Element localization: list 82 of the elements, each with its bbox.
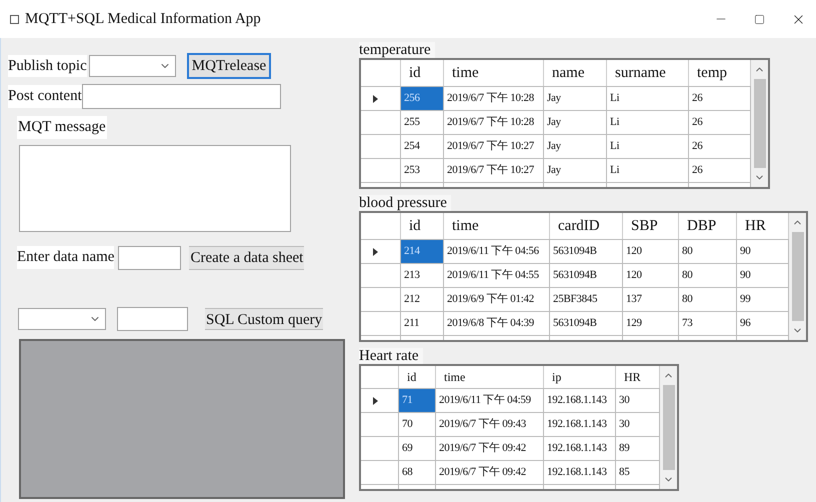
table-cell[interactable]: 129 <box>623 312 679 335</box>
column-header[interactable]: id <box>399 366 436 388</box>
table-cell[interactable]: Li <box>607 159 689 182</box>
table-cell[interactable]: 211 <box>401 312 444 335</box>
table-cell[interactable]: Li <box>607 135 689 158</box>
table-cell[interactable]: 192.168.1.143 <box>544 461 616 484</box>
table-cell[interactable]: 2019/6/7 下午 10:28 <box>444 111 544 134</box>
table-cell[interactable]: Jay <box>544 135 607 158</box>
column-header[interactable]: name <box>544 60 607 86</box>
table-cell[interactable]: 213 <box>401 264 444 287</box>
table-title: Heart rate <box>359 348 423 364</box>
post-content-label: Post content <box>8 85 82 108</box>
column-header[interactable]: surname <box>607 60 689 86</box>
table-cell[interactable]: 253 <box>401 159 444 182</box>
column-header[interactable]: cardID <box>550 213 623 239</box>
column-header[interactable]: SBP <box>623 213 679 239</box>
create-sheet-button[interactable]: Create a data sheet <box>189 246 304 270</box>
post-content-field[interactable] <box>82 84 281 109</box>
table-cell[interactable]: 2019/6/9 下午 01:42 <box>444 288 550 311</box>
column-header[interactable]: time <box>436 366 544 388</box>
publish-topic-label: Publish topic <box>8 54 87 78</box>
column-header[interactable]: DBP <box>679 213 737 239</box>
table-cell[interactable]: Jay <box>544 111 607 134</box>
column-header[interactable]: id <box>401 60 444 86</box>
table-cell[interactable]: 192.168.1.143 <box>544 389 616 412</box>
table-cell[interactable]: 68 <box>399 461 436 484</box>
dropdown[interactable] <box>18 308 106 330</box>
table-cell[interactable]: 2019/6/7 下午 10:27 <box>444 135 544 158</box>
column-header[interactable]: id <box>401 213 444 239</box>
table-cell[interactable]: 254 <box>401 135 444 158</box>
table-cell[interactable]: 2019/6/7 下午 09:42 <box>436 461 544 484</box>
maximize-icon[interactable] <box>754 14 765 24</box>
table-cell[interactable]: 80 <box>679 240 737 263</box>
query-field[interactable] <box>117 306 188 330</box>
scrollbar[interactable] <box>789 213 806 340</box>
table-cell[interactable]: 255 <box>401 111 444 134</box>
dropdown[interactable] <box>88 55 176 77</box>
scrollbar[interactable] <box>751 60 768 187</box>
table-cell[interactable]: 2019/6/11 下午 04:56 <box>444 240 550 263</box>
table-cell[interactable]: 2019/6/7 下午 09:43 <box>436 413 544 436</box>
table-cell[interactable]: 214 <box>401 240 444 263</box>
scrollbar[interactable] <box>660 366 677 489</box>
column-header[interactable]: time <box>444 60 544 86</box>
app-icon <box>10 14 19 24</box>
column-header[interactable]: ip <box>544 366 616 388</box>
table-cell[interactable]: 120 <box>623 240 679 263</box>
table-cell[interactable]: 70 <box>399 413 436 436</box>
mqt-message-label: MQT message <box>17 116 107 138</box>
table-cell[interactable]: 137 <box>623 288 679 311</box>
table-cell[interactable]: 2019/6/7 下午 10:28 <box>444 87 544 110</box>
table-cell[interactable]: 2019/6/7 下午 10:27 <box>444 159 544 182</box>
table-title: blood pressure <box>359 195 451 211</box>
table-cell[interactable]: 256 <box>401 87 444 110</box>
table-cell[interactable]: 192.168.1.143 <box>544 437 616 460</box>
message-area[interactable] <box>19 144 291 232</box>
data-name-label: Enter data name <box>17 246 114 269</box>
release-button[interactable]: MQTrelease <box>186 53 272 79</box>
table-cell[interactable]: 5631094B <box>550 264 623 287</box>
table-cell[interactable]: 120 <box>623 264 679 287</box>
table-cell[interactable]: 2019/6/11 下午 04:55 <box>444 264 550 287</box>
table-cell[interactable]: 2019/6/11 下午 04:59 <box>436 389 544 412</box>
table-title: temperature <box>359 42 435 58</box>
table-cell[interactable]: 2019/6/7 下午 09:42 <box>436 437 544 460</box>
table-cell[interactable]: Jay <box>544 87 607 110</box>
table-cell[interactable]: 5631094B <box>550 312 623 335</box>
table-cell[interactable]: Jay <box>544 159 607 182</box>
table-cell[interactable]: 69 <box>399 437 436 460</box>
table-cell[interactable]: 71 <box>399 389 436 412</box>
data-name-field[interactable] <box>118 246 182 270</box>
table-cell[interactable]: 212 <box>401 288 444 311</box>
table-cell[interactable]: 2019/6/8 下午 04:39 <box>444 312 550 335</box>
table-cell[interactable]: Li <box>607 87 689 110</box>
table-cell[interactable]: Li <box>607 111 689 134</box>
table-cell[interactable]: 73 <box>679 312 737 335</box>
table-cell[interactable]: 192.168.1.143 <box>544 413 616 436</box>
window-title: MQTT+SQL Medical Information App <box>25 10 261 29</box>
table-cell[interactable]: 80 <box>679 264 737 287</box>
custom-query-button[interactable]: SQL Custom query <box>205 308 324 330</box>
table-cell[interactable]: 80 <box>679 288 737 311</box>
column-header[interactable]: time <box>444 213 550 239</box>
table-cell[interactable]: 5631094B <box>550 240 623 263</box>
table-cell[interactable]: 25BF3845 <box>550 288 623 311</box>
